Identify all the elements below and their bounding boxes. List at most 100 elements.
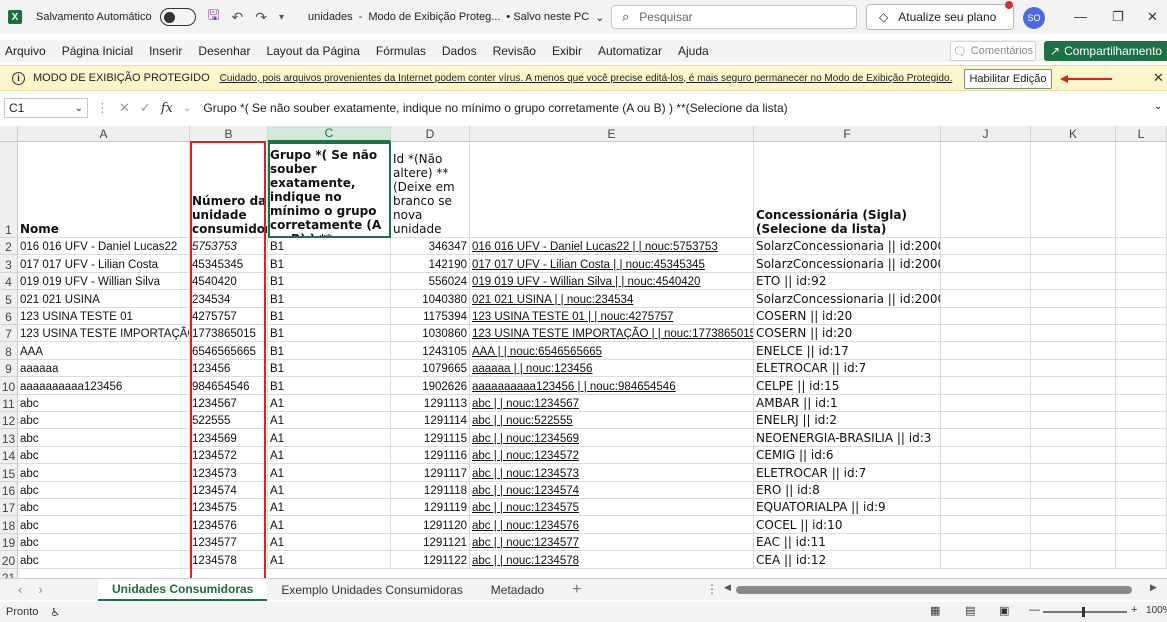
row-header[interactable]: 8: [0, 342, 18, 360]
empty-cell[interactable]: [1116, 325, 1167, 343]
header-cell-id[interactable]: Id *(Não altere) **(Deixe em branco se n…: [391, 142, 470, 238]
empty-cell[interactable]: [941, 377, 1031, 395]
tab-exibir[interactable]: Exibir: [547, 44, 593, 58]
cell-d[interactable]: 1291119: [391, 499, 470, 517]
cell-d[interactable]: 1175394: [391, 307, 470, 325]
cell-f[interactable]: ELETROCAR || id:7: [754, 359, 941, 378]
cell-f[interactable]: ENELCE || id:17: [754, 342, 941, 360]
cell-a[interactable]: abc: [18, 533, 190, 552]
cell-d[interactable]: 1243105: [391, 342, 470, 360]
empty-cell[interactable]: [941, 255, 1031, 273]
scroll-left-icon[interactable]: ◀: [724, 582, 731, 593]
row-header[interactable]: 7: [0, 325, 18, 343]
cell-b[interactable]: 1234574: [190, 481, 268, 499]
cell-e[interactable]: abc | | nouc:1234575: [470, 499, 754, 517]
cell-b[interactable]: 1234575: [190, 499, 268, 517]
row-header[interactable]: 3: [0, 255, 18, 273]
enable-editing-button[interactable]: Habilitar Edição: [964, 69, 1052, 89]
tab-inserir[interactable]: Inserir: [144, 44, 193, 58]
empty-cell[interactable]: [1031, 377, 1116, 395]
column-header-d[interactable]: D: [391, 126, 470, 142]
empty-cell[interactable]: [1031, 446, 1116, 465]
cell-c[interactable]: B1: [268, 290, 391, 308]
row-header[interactable]: 20: [0, 551, 18, 569]
avatar[interactable]: SO: [1023, 7, 1045, 29]
customize-toolbar-icon[interactable]: ▾: [279, 12, 284, 23]
cell-b[interactable]: 1234569: [190, 429, 268, 447]
row-header[interactable]: 16: [0, 481, 18, 499]
zoom-out-icon[interactable]: —: [1029, 604, 1040, 616]
row-header[interactable]: 10: [0, 377, 18, 395]
cell-d[interactable]: 1291120: [391, 516, 470, 534]
normal-view-icon[interactable]: ▦: [930, 604, 940, 617]
empty-cell[interactable]: [1031, 551, 1116, 569]
empty-cell[interactable]: [941, 412, 1031, 430]
header-cell-nome[interactable]: Nome: [18, 142, 190, 238]
row-header[interactable]: 17: [0, 499, 18, 517]
column-header-b[interactable]: B: [190, 126, 268, 142]
empty-cell[interactable]: [1031, 342, 1116, 360]
cell-c[interactable]: A1: [268, 412, 391, 430]
cell-b[interactable]: 1234578: [190, 551, 268, 569]
empty-cell[interactable]: [941, 551, 1031, 569]
row-header[interactable]: 15: [0, 464, 18, 482]
empty-cell[interactable]: [1031, 481, 1116, 499]
tab-ajuda[interactable]: Ajuda: [673, 44, 720, 58]
cell-d[interactable]: 1291115: [391, 429, 470, 447]
tab-pagina-inicial[interactable]: Página Inicial: [57, 44, 144, 58]
sheet-tab-exemplo[interactable]: Exemplo Unidades Consumidoras: [267, 579, 476, 601]
header-cell-numero-unidade[interactable]: Número da unidade consumidora: [190, 142, 268, 238]
sheet-tab-unidades-consumidoras[interactable]: Unidades Consumidoras: [98, 578, 268, 601]
expand-formula-icon[interactable]: ⌄: [1154, 101, 1162, 112]
cell-f[interactable]: SolarzConcessionaria || id:2000: [754, 238, 941, 256]
header-cell-grupo[interactable]: Grupo *( Se não souber exatamente, indiq…: [268, 142, 391, 238]
cell-a[interactable]: 017 017 UFV - Lilian Costa: [18, 255, 190, 273]
row-header[interactable]: 4: [0, 272, 18, 291]
more-options-icon[interactable]: ⋮: [706, 582, 718, 596]
cell-a[interactable]: 016 016 UFV - Daniel Lucas22: [18, 238, 190, 256]
row-header[interactable]: 5: [0, 290, 18, 308]
cell-e[interactable]: abc | | nouc:1234574: [470, 481, 754, 499]
column-header-l[interactable]: L: [1116, 126, 1167, 142]
cell-d[interactable]: 1291122: [391, 551, 470, 569]
empty-cell[interactable]: [941, 464, 1031, 482]
tab-layout-da-pagina[interactable]: Layout da Página: [261, 44, 370, 58]
empty-cell[interactable]: [1116, 359, 1167, 378]
cell-e[interactable]: abc | | nouc:1234572: [470, 446, 754, 465]
row-header[interactable]: 14: [0, 446, 18, 465]
cell-f[interactable]: CEMIG || id:6: [754, 446, 941, 465]
cell-d[interactable]: 346347: [391, 238, 470, 256]
empty-cell[interactable]: [1116, 551, 1167, 569]
empty-cell[interactable]: [1116, 342, 1167, 360]
empty-cell[interactable]: [941, 272, 1031, 291]
function-icon[interactable]: fx: [161, 101, 173, 116]
header-cell-e[interactable]: [470, 142, 754, 238]
row-header[interactable]: 12: [0, 412, 18, 430]
cell-f[interactable]: EQUATORIALPA || id:9: [754, 499, 941, 517]
cell-a[interactable]: 123 USINA TESTE IMPORTAÇÃO: [18, 325, 190, 343]
chevron-right-icon[interactable]: ›: [38, 582, 42, 597]
empty-cell[interactable]: [1031, 325, 1116, 343]
formula-content[interactable]: Grupo *( Se não souber exatamente, indiq…: [203, 101, 787, 115]
cell-f[interactable]: CEA || id:12: [754, 551, 941, 569]
row-header[interactable]: 11: [0, 394, 18, 412]
cell-b[interactable]: 4540420: [190, 272, 268, 291]
empty-cell[interactable]: [1116, 394, 1167, 412]
cancel-icon[interactable]: ✕: [119, 100, 130, 116]
empty-cell[interactable]: [1116, 481, 1167, 499]
cell-b[interactable]: 5753753: [190, 238, 268, 256]
redo-icon[interactable]: ↷: [255, 9, 267, 26]
cell-b[interactable]: 4275757: [190, 307, 268, 325]
cell-b[interactable]: 984654546: [190, 377, 268, 395]
empty-cell[interactable]: [1031, 307, 1116, 325]
cell-f[interactable]: SolarzConcessionaria || id:2000: [754, 290, 941, 308]
chevron-left-icon[interactable]: ‹: [18, 582, 22, 597]
empty-cell[interactable]: [1116, 307, 1167, 325]
empty-cell[interactable]: [941, 325, 1031, 343]
zoom-slider[interactable]: [1043, 611, 1127, 613]
cell-c[interactable]: A1: [268, 481, 391, 499]
column-header-a[interactable]: A: [18, 126, 190, 142]
row-header[interactable]: 19: [0, 533, 18, 552]
empty-cell[interactable]: [941, 499, 1031, 517]
column-header-j[interactable]: J: [941, 126, 1031, 142]
